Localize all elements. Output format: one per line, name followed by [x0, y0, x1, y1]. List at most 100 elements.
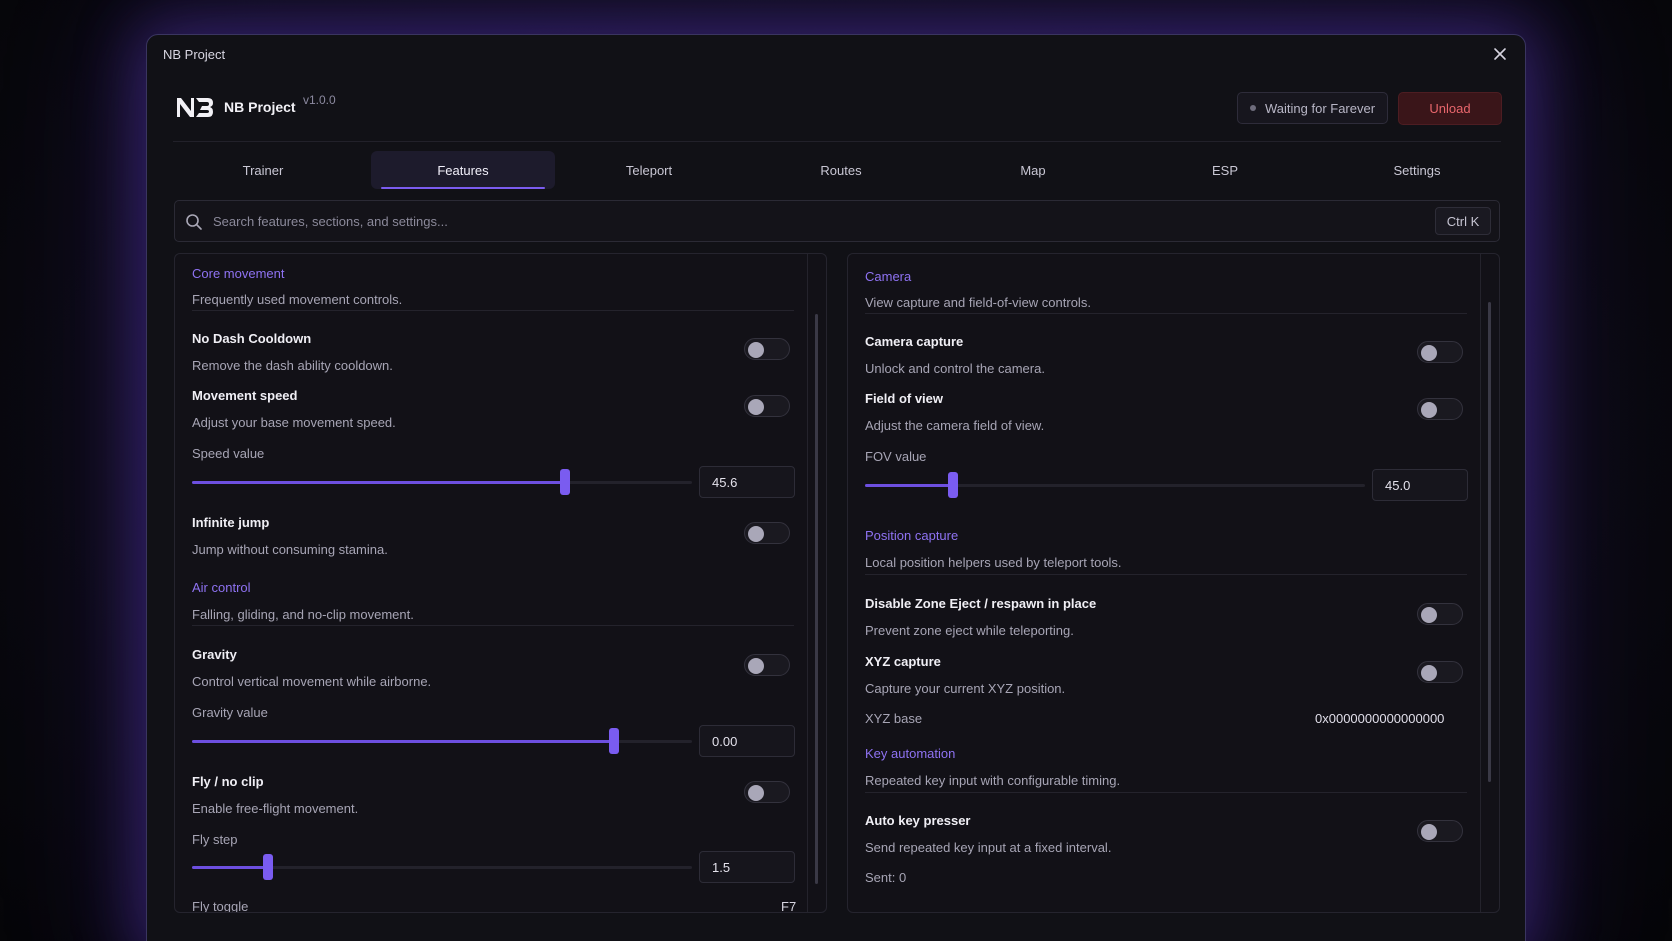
gravity-value-label: Gravity value: [192, 705, 268, 720]
toggle-knob: [748, 342, 764, 358]
shortcut-badge: Ctrl K: [1435, 207, 1491, 235]
slider-fill: [865, 484, 953, 487]
left-panel: Core movement Frequently used movement c…: [174, 253, 827, 913]
search-input[interactable]: [213, 211, 1313, 231]
connection-status: Waiting for Farever: [1237, 92, 1388, 124]
search-bar: Ctrl K: [174, 200, 1500, 242]
section-divider: [192, 625, 794, 626]
xyz-capture-desc: Capture your current XYZ position.: [865, 681, 1066, 696]
fov-title: Field of view: [865, 391, 944, 406]
infinite-jump-toggle[interactable]: [744, 522, 790, 544]
fly-toggle-label: Fly toggle: [192, 899, 249, 913]
infinite-jump-desc: Jump without consuming stamina.: [192, 542, 388, 557]
section-divider: [865, 792, 1467, 793]
speed-value-input[interactable]: 45.6: [699, 466, 795, 498]
tab-esp[interactable]: ESP: [1133, 151, 1317, 189]
tab-teleport[interactable]: Teleport: [557, 151, 741, 189]
scroll-gutter: [1480, 254, 1481, 912]
right-panel: Camera View capture and field-of-view co…: [847, 253, 1500, 913]
toggle-knob: [1421, 345, 1437, 361]
close-button[interactable]: [1487, 41, 1513, 67]
fly-toggle-key[interactable]: F7: [781, 899, 796, 912]
camera-capture-title: Camera capture: [865, 334, 964, 349]
no-dash-desc: Remove the dash ability cooldown.: [192, 358, 393, 373]
gravity-slider-thumb[interactable]: [608, 728, 619, 754]
toggle-knob: [1421, 402, 1437, 418]
gravity-toggle[interactable]: [744, 654, 790, 676]
fov-slider-thumb[interactable]: [948, 472, 958, 498]
gravity-value-input[interactable]: 0.00: [699, 725, 795, 757]
status-text: Waiting for Farever: [1265, 100, 1376, 116]
speed-slider-thumb[interactable]: [559, 469, 570, 495]
fov-value-input[interactable]: 45.0: [1372, 469, 1468, 501]
camera-capture-toggle[interactable]: [1417, 341, 1463, 363]
movement-speed-desc: Adjust your base movement speed.: [192, 415, 396, 430]
fov-desc: Adjust the camera field of view.: [865, 418, 1045, 433]
fly-title: Fly / no clip: [192, 774, 264, 789]
no-dash-title: No Dash Cooldown: [192, 331, 312, 346]
gravity-desc: Control vertical movement while airborne…: [192, 674, 432, 689]
auto-key-toggle[interactable]: [1417, 820, 1463, 842]
status-dot-icon: [1250, 105, 1256, 111]
fly-toggle[interactable]: [744, 781, 790, 803]
scroll-gutter: [807, 254, 808, 912]
xyz-base-value: 0x0000000000000000: [1315, 711, 1445, 726]
section-title-air-control: Air control: [192, 580, 251, 595]
camera-capture-desc: Unlock and control the camera.: [865, 361, 1045, 376]
tab-features[interactable]: Features: [371, 151, 555, 189]
xyz-capture-title: XYZ capture: [865, 654, 941, 669]
fov-slider[interactable]: [865, 484, 1365, 487]
auto-key-desc: Send repeated key input at a fixed inter…: [865, 840, 1112, 855]
close-icon: [1494, 48, 1506, 60]
toggle-knob: [748, 658, 764, 674]
zone-eject-toggle[interactable]: [1417, 603, 1463, 625]
tab-map[interactable]: Map: [941, 151, 1125, 189]
zone-eject-desc: Prevent zone eject while teleporting.: [865, 623, 1074, 638]
tab-routes[interactable]: Routes: [749, 151, 933, 189]
section-title-camera: Camera: [865, 269, 912, 284]
slider-fill: [192, 866, 268, 869]
section-divider: [865, 574, 1467, 575]
section-title-position-capture: Position capture: [865, 528, 959, 543]
unload-button[interactable]: Unload: [1398, 92, 1502, 125]
section-title-key-automation: Key automation: [865, 746, 956, 761]
section-title-core-movement: Core movement: [192, 266, 285, 281]
tab-bar: Trainer Features Teleport Routes Map ESP…: [173, 151, 1501, 191]
fly-desc: Enable free-flight movement.: [192, 801, 359, 816]
toggle-knob: [748, 399, 764, 415]
gravity-title: Gravity: [192, 647, 237, 662]
left-panel-scrollbar[interactable]: [815, 314, 818, 884]
header-divider: [173, 141, 1501, 142]
slider-fill: [192, 740, 614, 743]
no-dash-toggle[interactable]: [744, 338, 790, 360]
fov-toggle[interactable]: [1417, 398, 1463, 420]
toggle-knob: [748, 526, 764, 542]
speed-slider[interactable]: [192, 481, 692, 484]
slider-fill: [192, 481, 565, 484]
speed-value-label: Speed value: [192, 446, 265, 461]
tab-settings[interactable]: Settings: [1325, 151, 1509, 189]
fly-step-label: Fly step: [192, 832, 238, 847]
tab-trainer[interactable]: Trainer: [173, 151, 353, 189]
window-title: NB Project: [163, 47, 226, 62]
section-divider: [865, 313, 1467, 314]
section-desc-position-capture: Local position helpers used by teleport …: [865, 555, 1122, 570]
toggle-knob: [1421, 824, 1437, 840]
xyz-base-label: XYZ base: [865, 711, 923, 726]
fly-step-slider-thumb[interactable]: [263, 854, 273, 880]
section-desc-camera: View capture and field-of-view controls.: [865, 295, 1091, 310]
section-desc-core-movement: Frequently used movement controls.: [192, 292, 403, 307]
version-label: v1.0.0: [303, 93, 336, 107]
search-icon: [186, 214, 202, 230]
title-bar: NB Project: [147, 35, 1525, 73]
nb-logo-icon: [177, 98, 213, 117]
auto-key-title: Auto key presser: [865, 813, 971, 828]
zone-eject-title: Disable Zone Eject / respawn in place: [865, 596, 1097, 611]
right-panel-scrollbar[interactable]: [1488, 302, 1491, 782]
toggle-knob: [1421, 607, 1437, 623]
fly-step-input[interactable]: 1.5: [699, 851, 795, 883]
app-name: NB Project: [224, 99, 296, 115]
movement-speed-toggle[interactable]: [744, 395, 790, 417]
toggle-knob: [1421, 665, 1437, 681]
xyz-capture-toggle[interactable]: [1417, 661, 1463, 683]
